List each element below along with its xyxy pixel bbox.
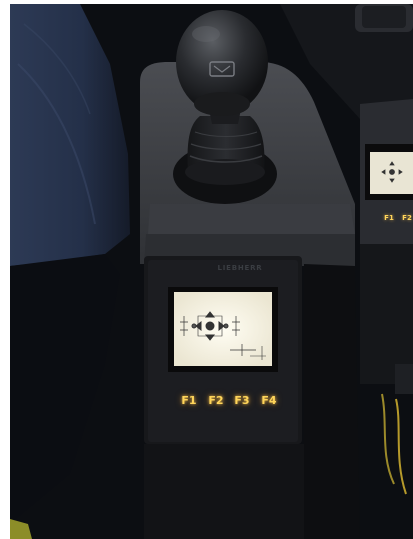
function-key-f3[interactable]: F3	[231, 394, 253, 408]
function-key-f2[interactable]: F2	[205, 394, 227, 408]
function-key-f1[interactable]: F1	[178, 394, 200, 408]
brand-label: LIEBHERR	[217, 264, 263, 272]
cab-photo: LIEBHERR F1 F2 F3 F4 F1 F2	[10, 4, 413, 539]
side-function-key-f1[interactable]: F1	[381, 213, 397, 223]
side-function-key-f2[interactable]: F2	[399, 213, 413, 223]
function-key-f4[interactable]: F4	[258, 394, 280, 408]
